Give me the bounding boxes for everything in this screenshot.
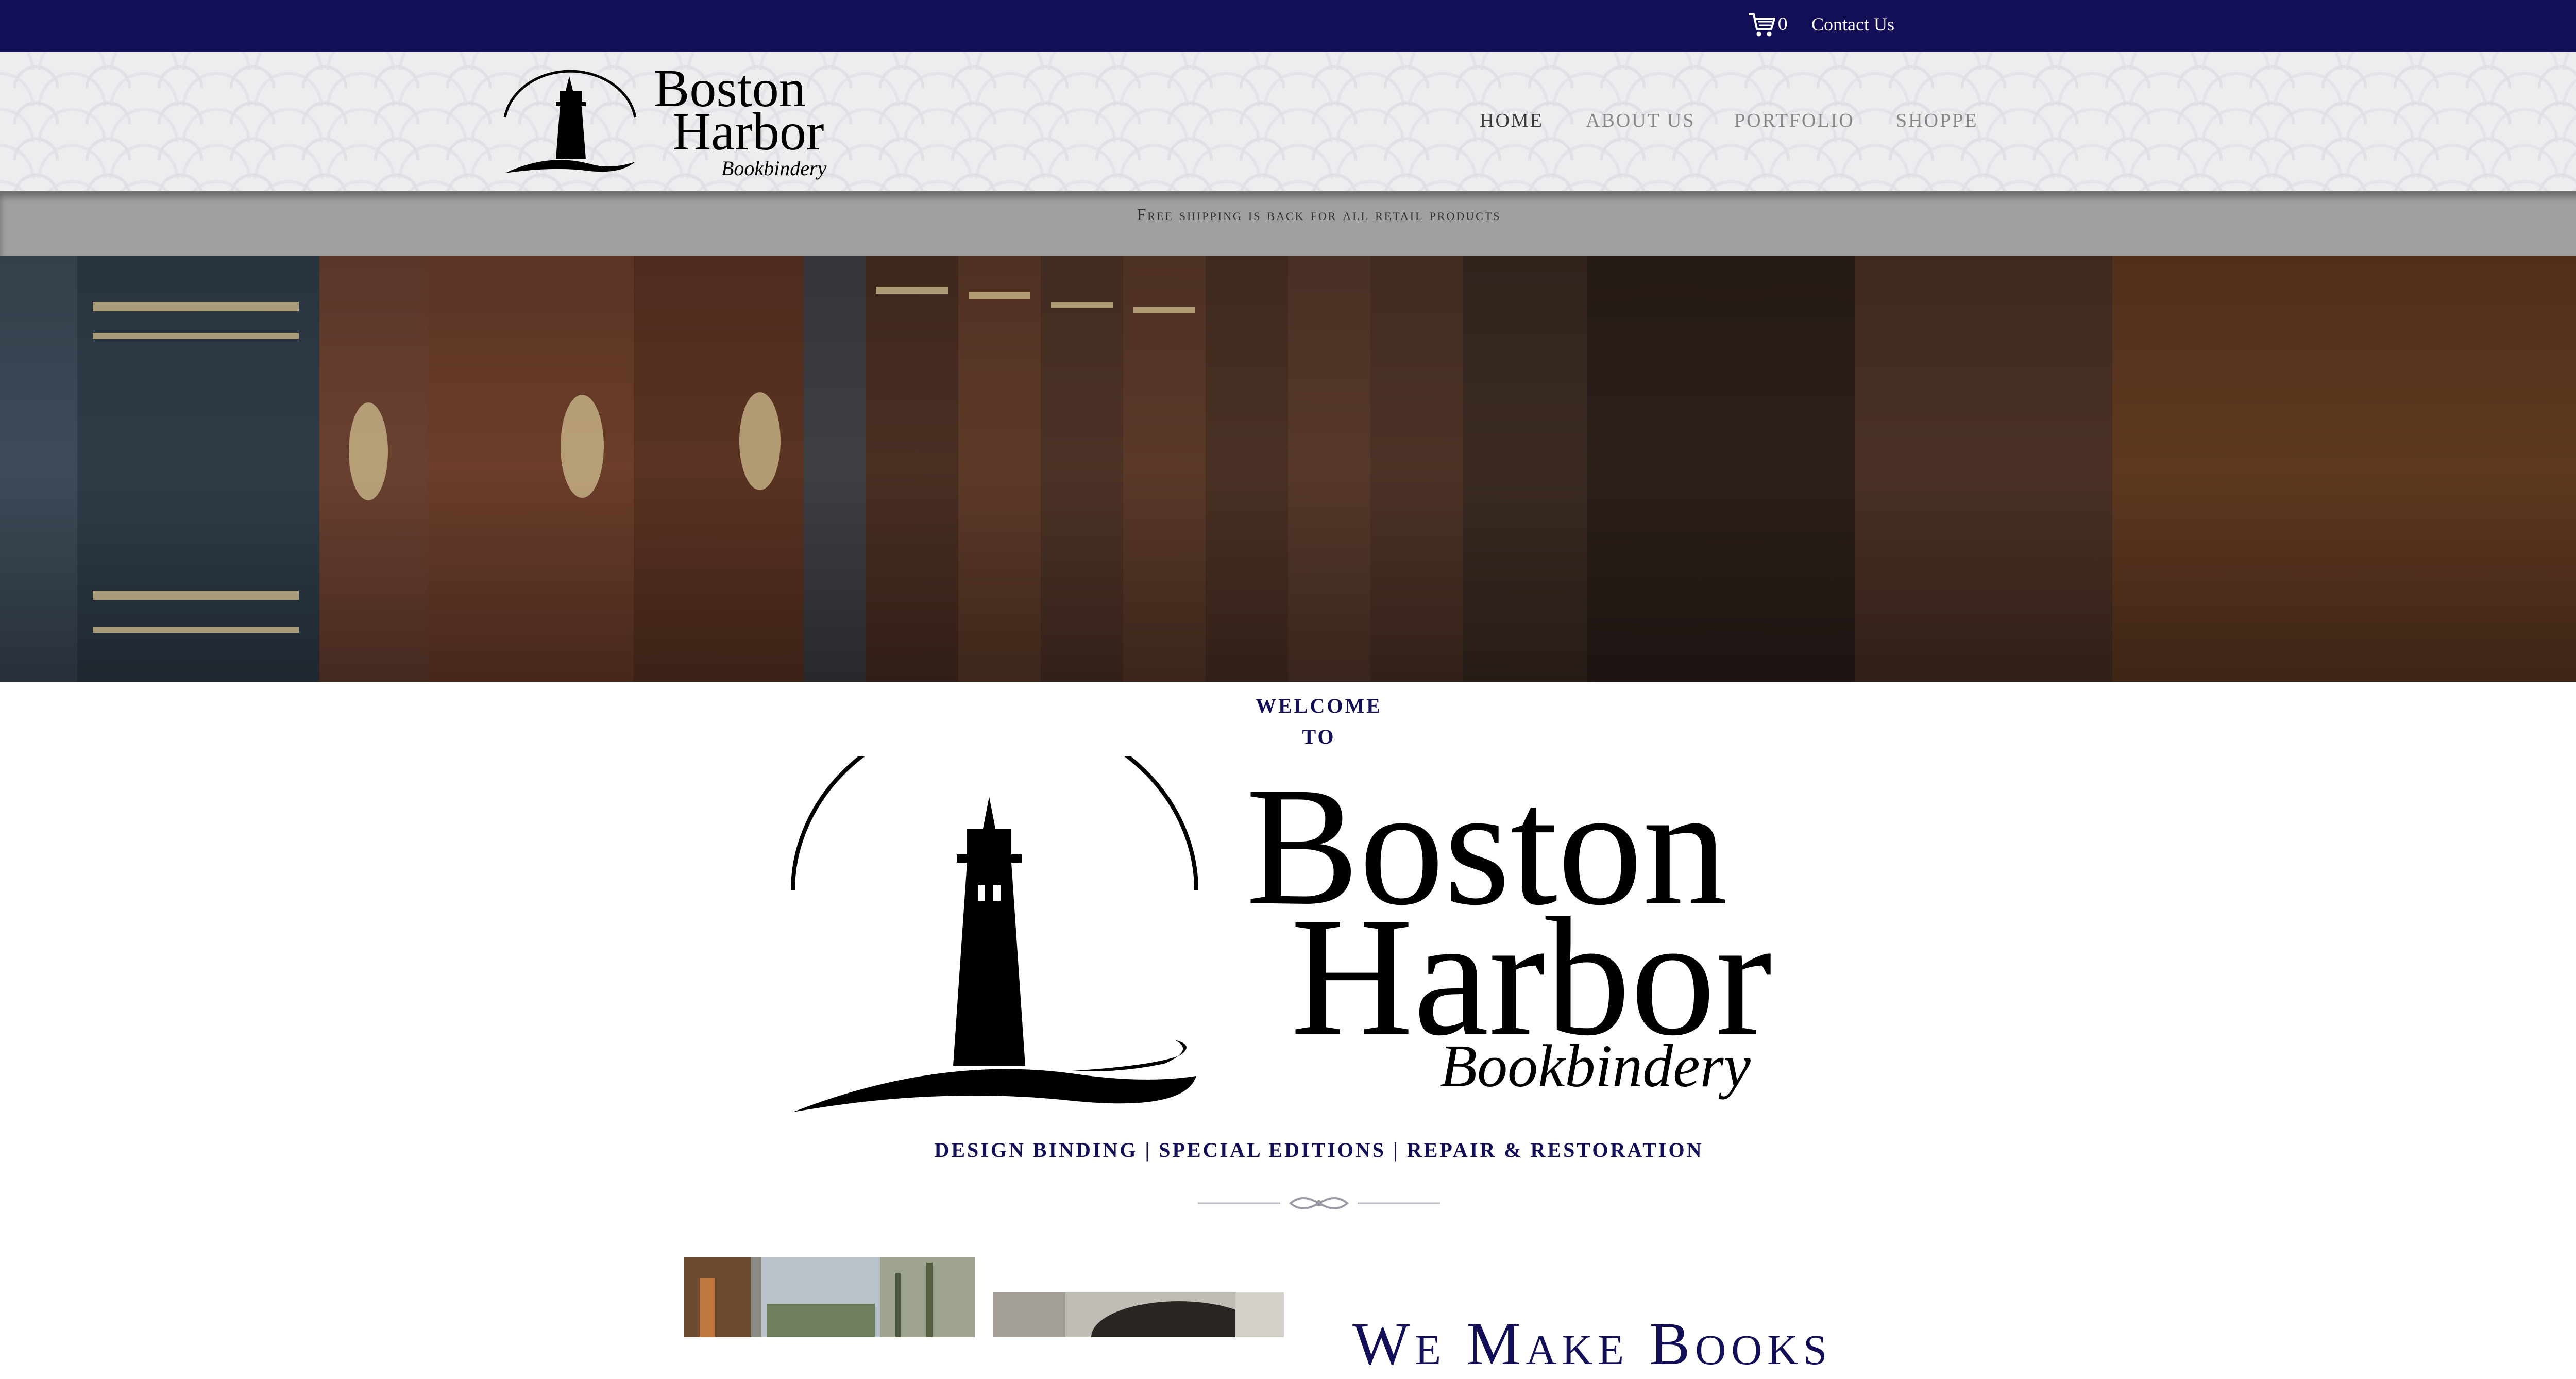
main-logo: Boston Harbor Bookbindery xyxy=(791,756,1772,1112)
workshop-photo xyxy=(684,1257,975,1337)
lighthouse-icon xyxy=(503,70,637,173)
hero-bookshelf-image xyxy=(0,256,2576,682)
header-logo[interactable]: Boston Harbor Bookbindery xyxy=(502,61,837,184)
lighthouse-icon xyxy=(791,756,1198,1112)
nav-portfolio[interactable]: PORTFOLIO xyxy=(1734,109,1855,132)
section-heading: We Make Books xyxy=(1352,1310,1833,1377)
nav-home[interactable]: HOME xyxy=(1480,109,1544,132)
site-header xyxy=(0,52,2576,191)
bookbinder-photo xyxy=(993,1292,1284,1337)
services-tagline: DESIGN BINDING | SPECIAL EDITIONS | REPA… xyxy=(934,1138,1704,1162)
shopping-cart-icon[interactable] xyxy=(1747,9,1777,40)
welcome-to: TO xyxy=(1302,725,1336,748)
cart-count[interactable]: 0 xyxy=(1777,14,1788,34)
header-logo-line2: Harbor xyxy=(672,102,824,161)
top-bar xyxy=(0,0,2576,52)
ornament-divider xyxy=(1198,1197,1440,1209)
contact-us-link[interactable]: Contact Us xyxy=(1811,13,1894,35)
main-logo-line3: Bookbindery xyxy=(1440,1032,1751,1100)
welcome-heading: WELCOME xyxy=(1256,694,1382,717)
shipping-banner-text: Free shipping is back for all retail pro… xyxy=(1137,205,1501,224)
header-logo-line3: Bookbindery xyxy=(721,157,827,180)
nav-about-us[interactable]: ABOUT US xyxy=(1586,109,1695,132)
nav-shoppe[interactable]: SHOPPE xyxy=(1896,109,1978,132)
